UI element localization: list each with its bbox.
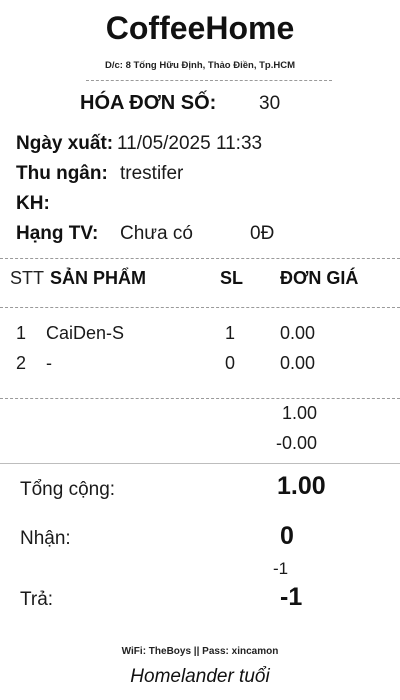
col-header-stt: STT <box>10 268 44 288</box>
table-row-1-qty: 1 <box>225 323 236 343</box>
invoice-title: HÓA ĐƠN SỐ: <box>80 92 217 114</box>
table-row-2-stt: 2 <box>16 353 27 373</box>
divider-info <box>0 258 400 259</box>
change-small-value: -1 <box>273 559 289 578</box>
customer-label: KH: <box>16 193 50 214</box>
store-address: D/c: 8 Tống Hữu Định, Thảo Điền, Tp.HCM <box>104 60 295 71</box>
subtotal-value: 1.00 <box>281 403 317 423</box>
table-row-1-product: CaiDen-S <box>46 323 125 343</box>
total-value: 1.00 <box>277 472 326 500</box>
table-row-2-qty: 0 <box>225 353 236 373</box>
divider-items <box>0 398 400 399</box>
table-row-2-price: 0.00 <box>280 353 316 373</box>
col-header-qty: SL <box>220 268 244 288</box>
invoice-number: 30 <box>259 93 281 114</box>
col-header-price: ĐƠN GIÁ <box>280 268 359 288</box>
wifi-info: WiFi: TheBoys || Pass: xincamon <box>121 646 279 657</box>
divider-table-header <box>0 307 400 308</box>
tier-points: 0Đ <box>250 223 275 244</box>
col-header-product: SẢN PHẨM <box>50 268 147 288</box>
date-label: Ngày xuất: <box>16 133 114 154</box>
tier-value: Chưa có <box>120 223 193 244</box>
change-label: Trả: <box>20 589 54 610</box>
change-value: -1 <box>280 583 303 611</box>
table-row-1-price: 0.00 <box>280 323 316 343</box>
date-value: 11/05/2025 11:33 <box>117 133 263 154</box>
divider-address <box>86 80 332 81</box>
table-row-1-stt: 1 <box>16 323 27 343</box>
cashier-value: trestifer <box>120 163 184 184</box>
signature: Homelander tuổi <box>130 666 270 687</box>
cashier-label: Thu ngân: <box>16 163 108 184</box>
discount-value: -0.00 <box>275 433 317 453</box>
store-name: CoffeeHome <box>105 10 295 46</box>
table-row-2-product: - <box>46 353 52 373</box>
divider-subtotals <box>0 463 400 464</box>
received-value: 0 <box>280 522 294 550</box>
total-label: Tổng cộng: <box>20 479 116 500</box>
received-label: Nhận: <box>20 528 71 549</box>
tier-label: Hạng TV: <box>16 223 99 244</box>
